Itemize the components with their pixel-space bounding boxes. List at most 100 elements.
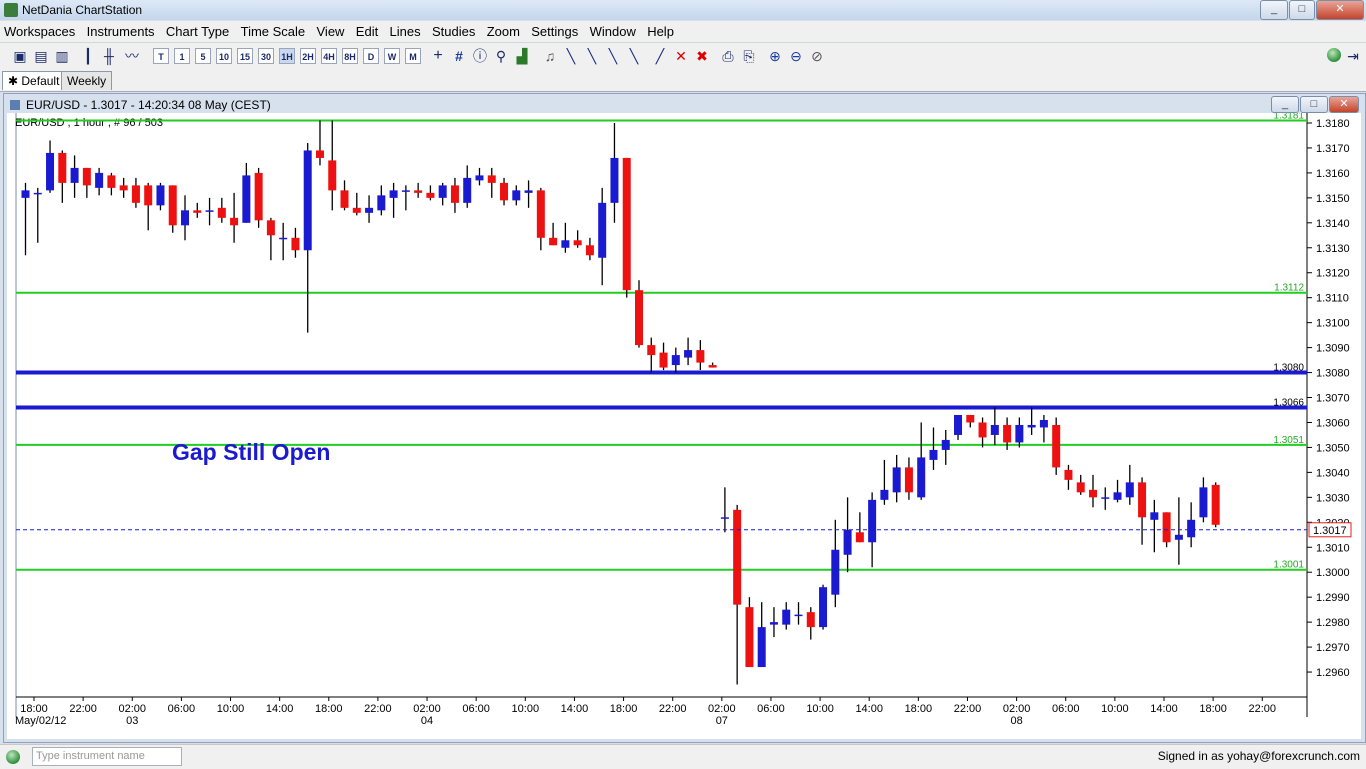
menu-view[interactable]: View: [313, 21, 349, 41]
trendline-icon[interactable]: ╱: [652, 48, 668, 64]
timescale-d-button[interactable]: D: [363, 48, 379, 64]
instrument-label: EUR/USD , 1 hour , # 96 / 503: [15, 117, 163, 129]
candle-down: [1076, 482, 1085, 493]
y-tick-label: 1.2980: [1316, 617, 1350, 629]
delete-icon[interactable]: ✕: [673, 48, 689, 64]
chart-maximize-button[interactable]: □: [1300, 96, 1328, 113]
fibonacci-icon[interactable]: ╲: [584, 48, 600, 64]
chart-close-button[interactable]: ✕: [1329, 96, 1359, 113]
x-date-label: 03: [126, 715, 138, 727]
menu-edit[interactable]: Edit: [352, 21, 382, 41]
candle-up: [782, 609, 791, 625]
menu-help[interactable]: Help: [643, 21, 678, 41]
gap-annotation: Gap Still Open: [172, 439, 330, 465]
x-tick-label: 02:00: [1003, 703, 1031, 715]
candle-up: [1113, 492, 1122, 500]
candle-down: [230, 217, 239, 226]
candle-down: [1052, 424, 1061, 468]
candle-down: [500, 182, 509, 201]
tab-weekly[interactable]: Weekly: [61, 71, 113, 90]
y-tick-label: 1.3170: [1316, 143, 1350, 155]
menu-zoom[interactable]: Zoom: [483, 21, 524, 41]
x-tick-label: 14:00: [855, 703, 883, 715]
print-preview-icon[interactable]: ⎘: [741, 48, 757, 64]
status-connection-icon: [6, 750, 20, 764]
timescale-15-button[interactable]: 15: [237, 48, 253, 64]
instrument-search-input[interactable]: Type instrument name: [32, 747, 182, 766]
bars-icon[interactable]: ╫: [101, 48, 117, 64]
menu-window[interactable]: Window: [586, 21, 640, 41]
candle-down: [549, 237, 558, 246]
candle-down: [745, 607, 754, 668]
new-icon[interactable]: ▣: [12, 48, 28, 64]
save-icon[interactable]: ▥: [54, 48, 70, 64]
timescale-t-button[interactable]: T: [153, 48, 169, 64]
zoom-reset-icon[interactable]: ⊘: [809, 48, 825, 64]
volume-icon[interactable]: ▟: [514, 48, 530, 64]
candle-up: [1150, 512, 1159, 520]
line-icon[interactable]: 〰: [124, 48, 140, 64]
timescale-30-button[interactable]: 30: [258, 48, 274, 64]
menu-instruments[interactable]: Instruments: [83, 21, 159, 41]
channel-icon[interactable]: ╲: [605, 48, 621, 64]
menu-chart-type[interactable]: Chart Type: [162, 21, 233, 41]
draw-tools-icon[interactable]: ╲: [563, 48, 579, 64]
x-date-label: 08: [1010, 715, 1022, 727]
y-tick-label: 1.3050: [1316, 442, 1350, 454]
menu-settings[interactable]: Settings: [527, 21, 582, 41]
candles-icon[interactable]: ┃: [80, 48, 96, 64]
x-tick-label: 10:00: [512, 703, 540, 715]
studies-icon[interactable]: ⚲: [493, 48, 509, 64]
close-button[interactable]: ✕: [1316, 0, 1364, 20]
x-date-label: 04: [421, 715, 433, 727]
timescale-4h-button[interactable]: 4H: [321, 48, 337, 64]
candle-down: [1088, 489, 1097, 498]
menu-lines[interactable]: Lines: [386, 21, 425, 41]
pin-tab-icon: ✱: [8, 74, 22, 88]
x-tick-label: 14:00: [561, 703, 589, 715]
timescale-1-button[interactable]: 1: [174, 48, 190, 64]
pin-icon[interactable]: ⇥: [1345, 48, 1361, 64]
candle-up: [242, 175, 251, 223]
timescale-w-button[interactable]: W: [384, 48, 400, 64]
timescale-2h-button[interactable]: 2H: [300, 48, 316, 64]
print-icon[interactable]: ⎙: [720, 48, 736, 64]
timescale-m-button[interactable]: M: [405, 48, 421, 64]
timescale-5-button[interactable]: 5: [195, 48, 211, 64]
timescale-8h-button[interactable]: 8H: [342, 48, 358, 64]
gann-icon[interactable]: ╲: [626, 48, 642, 64]
open-icon[interactable]: ▤: [33, 48, 49, 64]
info-icon[interactable]: ⓘ: [472, 48, 488, 64]
candle-up: [512, 190, 521, 201]
tab-default[interactable]: ✱ Default: [2, 71, 66, 90]
candle-down: [193, 210, 202, 213]
grid-icon[interactable]: #: [451, 48, 467, 64]
maximize-button[interactable]: □: [1289, 0, 1315, 20]
price-chart[interactable]: EUR/USD , 1 hour , # 96 / 503 1.3181 1.31…: [7, 110, 1361, 739]
chart-minimize-button[interactable]: _: [1271, 96, 1299, 113]
x-tick-label: 18:00: [20, 703, 48, 715]
timescale-1h-button[interactable]: 1H: [279, 48, 295, 64]
candle-up: [438, 185, 447, 198]
menu-time-scale[interactable]: Time Scale: [237, 21, 310, 41]
candle-up: [720, 517, 729, 519]
zoom-in-icon[interactable]: ⊕: [767, 48, 783, 64]
candle-up: [929, 449, 938, 460]
delete-all-icon[interactable]: ✖: [694, 48, 710, 64]
minimize-button[interactable]: _: [1260, 0, 1288, 20]
menu-studies[interactable]: Studies: [428, 21, 479, 41]
chart-window-title: EUR/USD - 1.3017 - 14:20:34 08 May (CEST…: [26, 98, 271, 112]
menu-workspaces[interactable]: Workspaces: [0, 21, 79, 41]
candle-down: [708, 365, 717, 368]
tab-weekly-label: Weekly: [67, 74, 107, 88]
x-tick-label: 22:00: [69, 703, 97, 715]
zoom-out-icon[interactable]: ⊖: [788, 48, 804, 64]
x-date-label: May/02/12: [15, 715, 66, 727]
crosshair-icon[interactable]: +: [430, 48, 446, 64]
app-logo-icon: [4, 3, 18, 17]
candle-up: [561, 240, 570, 248]
y-tick-label: 1.3110: [1316, 293, 1349, 305]
timescale-10-button[interactable]: 10: [216, 48, 232, 64]
candle-up: [757, 627, 766, 668]
alert-icon[interactable]: ♫: [542, 48, 558, 64]
